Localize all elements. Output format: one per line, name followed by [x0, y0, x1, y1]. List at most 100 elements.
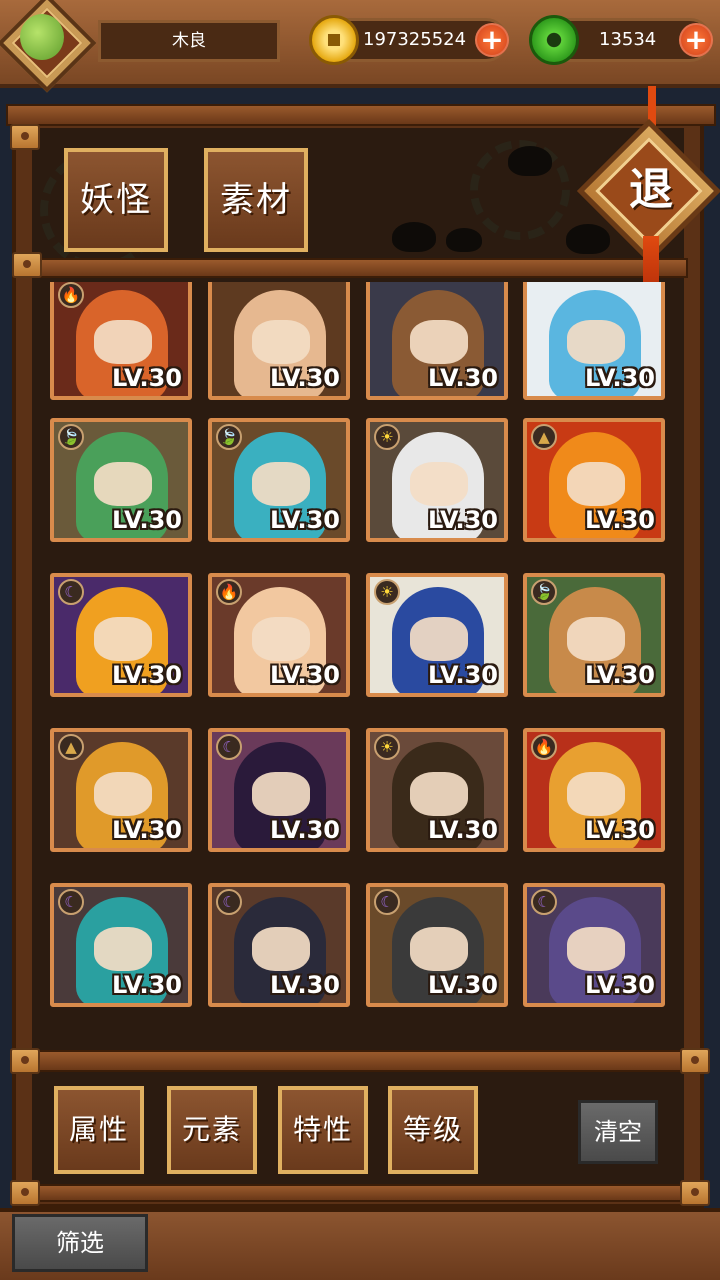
player-name: 木良: [98, 20, 280, 62]
element-dark-icon: ☾: [216, 734, 242, 760]
monster-card[interactable]: ▲ LV.30: [523, 418, 665, 542]
monster-level: LV.30: [428, 971, 498, 999]
jade-currency: 13534 +: [529, 15, 713, 65]
monster-face: [410, 462, 468, 506]
monster-card[interactable]: 🍃 LV.30: [523, 573, 665, 697]
monster-card[interactable]: 🍃 LV.30: [208, 418, 350, 542]
monster-face: [567, 927, 625, 971]
monster-level: LV.30: [112, 816, 182, 844]
monster-level: LV.30: [270, 816, 340, 844]
lower-rail: [14, 1184, 704, 1202]
monster-face: [567, 462, 625, 506]
monster-level: LV.30: [112, 506, 182, 534]
monster-face: [252, 617, 310, 661]
monster-face: [410, 320, 468, 364]
corner-bracket: [10, 124, 40, 150]
monster-card[interactable]: LV.30: [523, 282, 665, 400]
element-dark-icon: ☾: [58, 889, 84, 915]
middle-rail: [14, 1050, 704, 1072]
monster-face: [410, 927, 468, 971]
monster-grid: 🔥 LV.30 LV.30 LV.30 LV.30 🍃 LV.30 🍃 LV.30 ☀ LV.30 ▲…: [50, 282, 666, 1032]
filter-attribute-button[interactable]: 属性: [54, 1086, 144, 1174]
element-earth-icon: ▲: [531, 424, 557, 450]
jade-amount: 13534: [599, 29, 657, 50]
monster-level: LV.30: [112, 971, 182, 999]
monster-card[interactable]: ☾ LV.30: [366, 883, 508, 1007]
monster-face: [567, 617, 625, 661]
monster-face: [94, 320, 152, 364]
shadow-creature-icon: [508, 146, 552, 176]
monster-face: [252, 320, 310, 364]
monster-level: LV.30: [585, 506, 655, 534]
monster-level: LV.30: [270, 364, 340, 392]
element-light-icon: ☀: [374, 734, 400, 760]
monster-face: [94, 927, 152, 971]
monster-level: LV.30: [270, 971, 340, 999]
shadow-creature-icon: [392, 222, 436, 252]
corner-bracket: [12, 252, 42, 278]
corner-bracket: [10, 1180, 40, 1206]
element-dark-icon: ☾: [374, 889, 400, 915]
monster-face: [252, 772, 310, 816]
tab-materials[interactable]: 素材: [204, 148, 308, 252]
top-rail: [6, 104, 716, 126]
element-dark-icon: ☾: [58, 579, 84, 605]
corner-bracket: [680, 1180, 710, 1206]
gold-amount: 197325524: [363, 29, 467, 50]
monster-card[interactable]: ☾ LV.30: [50, 883, 192, 1007]
element-earth-icon: ▲: [58, 734, 84, 760]
monster-level: LV.30: [585, 971, 655, 999]
corner-bracket: [680, 1048, 710, 1074]
add-gold-button[interactable]: +: [475, 23, 509, 57]
upper-rail: [28, 258, 688, 278]
top-bar: 木良 197325524 + 13534 +: [0, 0, 720, 93]
add-jade-button[interactable]: +: [679, 23, 713, 57]
monster-card[interactable]: ☀ LV.30: [366, 573, 508, 697]
monster-level: LV.30: [112, 661, 182, 689]
monster-level: LV.30: [585, 364, 655, 392]
filter-level-button[interactable]: 等级: [388, 1086, 478, 1174]
corner-bracket: [10, 1048, 40, 1074]
gold-currency: 197325524 +: [309, 15, 509, 65]
monster-level: LV.30: [270, 506, 340, 534]
shadow-creature-icon: [446, 228, 482, 252]
monster-level: LV.30: [428, 364, 498, 392]
monster-card[interactable]: LV.30: [208, 282, 350, 400]
tab-monsters[interactable]: 妖怪: [64, 148, 168, 252]
filter-element-button[interactable]: 元素: [167, 1086, 257, 1174]
monster-card[interactable]: 🔥 LV.30: [50, 282, 192, 400]
monster-face: [94, 617, 152, 661]
monster-level: LV.30: [270, 661, 340, 689]
monster-card[interactable]: 🔥 LV.30: [208, 573, 350, 697]
monster-card[interactable]: ☾ LV.30: [208, 728, 350, 852]
monster-card[interactable]: ☀ LV.30: [366, 418, 508, 542]
monster-level: LV.30: [585, 661, 655, 689]
monster-card[interactable]: LV.30: [366, 282, 508, 400]
monster-face: [567, 772, 625, 816]
monster-face: [410, 617, 468, 661]
element-light-icon: ☀: [374, 424, 400, 450]
filter-trait-button[interactable]: 特性: [278, 1086, 368, 1174]
element-dark-icon: ☾: [216, 889, 242, 915]
monster-card[interactable]: ☾ LV.30: [523, 883, 665, 1007]
monster-card[interactable]: 🔥 LV.30: [523, 728, 665, 852]
element-fire-icon: 🔥: [216, 579, 242, 605]
monster-card[interactable]: ▲ LV.30: [50, 728, 192, 852]
screen-button[interactable]: 筛选: [12, 1214, 148, 1272]
monster-face: [567, 320, 625, 364]
monster-face: [94, 462, 152, 506]
element-wood-icon: 🍃: [216, 424, 242, 450]
element-fire-icon: 🔥: [531, 734, 557, 760]
clear-button[interactable]: 清空: [578, 1100, 658, 1164]
element-fire-icon: 🔥: [58, 282, 84, 308]
monster-card[interactable]: ☀ LV.30: [366, 728, 508, 852]
monster-card[interactable]: ☾ LV.30: [50, 573, 192, 697]
monster-face: [252, 927, 310, 971]
monster-card[interactable]: 🍃 LV.30: [50, 418, 192, 542]
monster-card[interactable]: ☾ LV.30: [208, 883, 350, 1007]
monster-level: LV.30: [585, 816, 655, 844]
jade-icon: [529, 15, 579, 65]
exit-label[interactable]: 退: [610, 150, 692, 232]
element-wood-icon: 🍃: [58, 424, 84, 450]
monster-level: LV.30: [428, 816, 498, 844]
